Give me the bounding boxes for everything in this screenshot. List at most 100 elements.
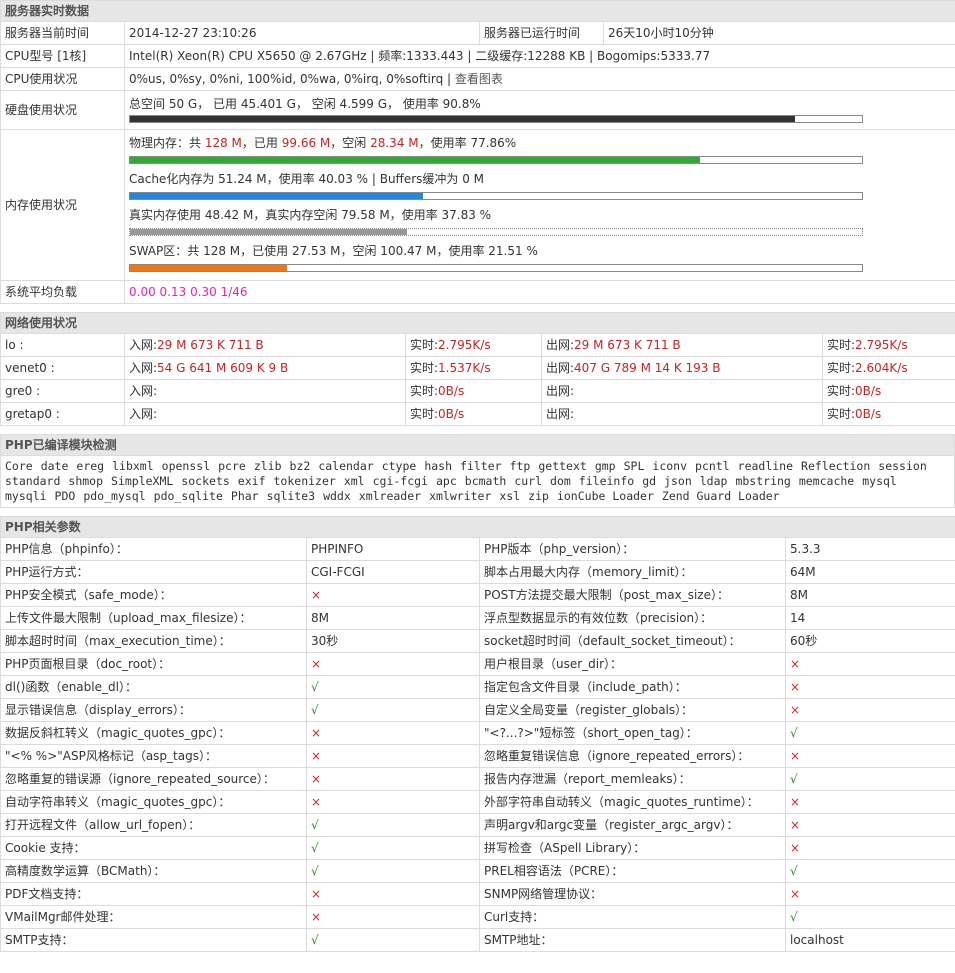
param-label: 显示错误信息（display_errors）：	[0, 698, 307, 722]
iface-out: 出网:29 M 673 K 711 B	[541, 333, 823, 357]
iface-name: gretap0 :	[0, 402, 125, 426]
iface-out-rate: 实时:0B/s	[822, 379, 955, 403]
param-row: VMailMgr邮件处理： × Curl支持： √	[0, 905, 955, 929]
mem-real-bar	[129, 228, 863, 236]
mem-swap-text: SWAP区：共 128 M，已使用 27.53 M，空闲 100.47 M，使用…	[129, 244, 538, 258]
value-server-time: 2014-12-27 23:10:26	[124, 21, 480, 45]
network-row: venet0 : 入网:54 G 641 M 609 K 9 B 实时:1.537K…	[0, 356, 955, 380]
network-row: gretap0 : 入网: 实时:0B/s 出网: 实时:0B/s	[0, 402, 955, 426]
iface-in-rate: 实时:0B/s	[405, 379, 542, 403]
param-value: √	[306, 698, 480, 722]
param-value: √	[784, 859, 955, 883]
param-row: PHP信息（phpinfo）： PHPINFO PHP版本（php_version）…	[0, 537, 955, 561]
param-label: 拼写检查（ASpell Library）：	[479, 836, 786, 860]
param-label: 浮点型数据显示的有效位数（precision）：	[479, 606, 786, 630]
param-label: 声明argv和argc变量（register_argc_argv）：	[479, 813, 786, 837]
param-value: √	[306, 859, 480, 883]
param-label: VMailMgr邮件处理：	[0, 905, 307, 929]
param-value: ×	[306, 583, 480, 607]
module-item: Phar	[230, 489, 259, 503]
module-item: hash	[424, 459, 453, 473]
param-label: SMTP支持：	[0, 928, 307, 952]
label-load: 系统平均负载	[0, 280, 125, 304]
param-value: ×	[784, 790, 955, 814]
iface-out: 出网:407 G 789 M 14 K 193 B	[541, 356, 823, 380]
module-item: libxml	[112, 459, 154, 473]
param-value: ×	[784, 836, 955, 860]
param-label: PHP安全模式（safe_mode）：	[0, 583, 307, 607]
param-label: 脚本超时时间（max_execution_time）：	[0, 629, 307, 653]
network-table: 网络使用状况 lo : 入网:29 M 673 K 711 B 实时:2.795K/…	[0, 312, 955, 426]
server-realtime-table: 服务器实时数据 服务器当前时间 2014-12-27 23:10:26 服务器已…	[0, 0, 955, 304]
module-item: pcntl	[695, 459, 730, 473]
module-item: exif	[237, 474, 266, 488]
param-label: PHP运行方式：	[0, 560, 307, 584]
param-value: √	[306, 928, 480, 952]
label-disk: 硬盘使用状况	[0, 90, 125, 130]
param-label: SNMP网络管理协议：	[479, 882, 786, 906]
param-value: 8M	[784, 583, 955, 607]
iface-out: 出网:	[541, 379, 823, 403]
iface-name: venet0 :	[0, 356, 125, 380]
param-value: ×	[306, 652, 480, 676]
module-item: ldap	[699, 474, 728, 488]
param-row: 忽略重复的错误源（ignore_repeated_source）： × 报告内存泄漏…	[0, 767, 955, 791]
module-item: SimpleXML	[111, 474, 174, 488]
module-item: gd	[642, 474, 657, 488]
param-row: 显示错误信息（display_errors）： √ 自定义全局变量（register…	[0, 698, 955, 722]
param-value: 64M	[784, 560, 955, 584]
module-item: xmlreader	[358, 489, 422, 503]
param-value: ×	[784, 744, 955, 768]
section-title-modules: PHP已编译模块检测	[0, 434, 955, 456]
mem-real-fill	[130, 229, 407, 235]
iface-out: 出网:	[541, 402, 823, 426]
iface-out-rate: 实时:0B/s	[822, 402, 955, 426]
param-label: POST方法提交最大限制（post_max_size）：	[479, 583, 786, 607]
module-item: fileinfo	[578, 474, 635, 488]
param-row: Cookie 支持： √ 拼写检查（ASpell Library）： ×	[0, 836, 955, 860]
module-item: Reflection	[801, 459, 871, 473]
iface-in: 入网:	[124, 379, 406, 403]
param-row: 高精度数学运算（BCMath）： √ PREL相容语法（PCRE）： √	[0, 859, 955, 883]
param-row: 脚本超时时间（max_execution_time）： 30秒 socket超时时间…	[0, 629, 955, 653]
param-label: PREL相容语法（PCRE）：	[479, 859, 786, 883]
cpu-chart-link[interactable]: 查看图表	[455, 72, 503, 86]
module-item: gettext	[538, 459, 587, 473]
iface-in: 入网:29 M 673 K 711 B	[124, 333, 406, 357]
param-label: "<% %>"ASP风格标记（asp_tags）：	[0, 744, 307, 768]
param-label: 忽略重复的错误源（ignore_repeated_source）：	[0, 767, 307, 791]
param-label: 报告内存泄漏（report_memleaks）：	[479, 767, 786, 791]
param-value: ×	[784, 882, 955, 906]
param-value: ×	[784, 698, 955, 722]
param-row: 数据反斜杠转义（magic_quotes_gpc）： × "<?...?>"短标签（…	[0, 721, 955, 745]
module-item: standard	[5, 474, 61, 488]
param-value: ×	[306, 882, 480, 906]
param-row: 上传文件最大限制（upload_max_filesize）： 8M 浮点型数据显示的…	[0, 606, 955, 630]
modules-table: PHP已编译模块检测 Core date ereg libxml openssl pcre…	[0, 434, 955, 508]
param-label: 指定包含文件目录（include_path）：	[479, 675, 786, 699]
param-row: 自动字符串转义（magic_quotes_gpc）： × 外部字符串自动转义（mag…	[0, 790, 955, 814]
param-label: 上传文件最大限制（upload_max_filesize）：	[0, 606, 307, 630]
iface-in-rate: 实时:2.795K/s	[405, 333, 542, 357]
module-item: curl	[514, 474, 543, 488]
value-load: 0.00 0.13 0.30 1/46	[123, 280, 955, 304]
param-value: ×	[784, 652, 955, 676]
param-value: 30秒	[306, 629, 480, 653]
param-label: 自动字符串转义（magic_quotes_gpc）：	[0, 790, 307, 814]
value-uptime: 26天10小时10分钟	[602, 21, 955, 45]
param-label: 外部字符串自动转义（magic_quotes_runtime）：	[479, 790, 786, 814]
value-memory: 物理内存：共 128 M，已用 99.66 M，空闲 28.34 M，使用率 7…	[123, 129, 955, 281]
module-item: xml	[343, 474, 365, 488]
module-item: filter	[460, 459, 502, 473]
disk-usage-text: 总空间 50 G， 已用 45.401 G， 空闲 4.599 G， 使用率 9…	[129, 97, 481, 111]
param-label: "<?...?>"短标签（short_open_tag）：	[479, 721, 786, 745]
mem-phys-bar	[129, 156, 863, 164]
module-item: pdo_mysql	[83, 489, 146, 503]
param-value: ×	[784, 813, 955, 837]
param-row: SMTP支持： √ SMTP地址： localhost	[0, 928, 955, 952]
module-item: mysqli	[5, 489, 47, 503]
module-item: xsl	[499, 489, 521, 503]
module-item: SPL	[623, 459, 645, 473]
module-item: mbstring	[735, 474, 791, 488]
param-label: PHP信息（phpinfo）：	[0, 537, 307, 561]
